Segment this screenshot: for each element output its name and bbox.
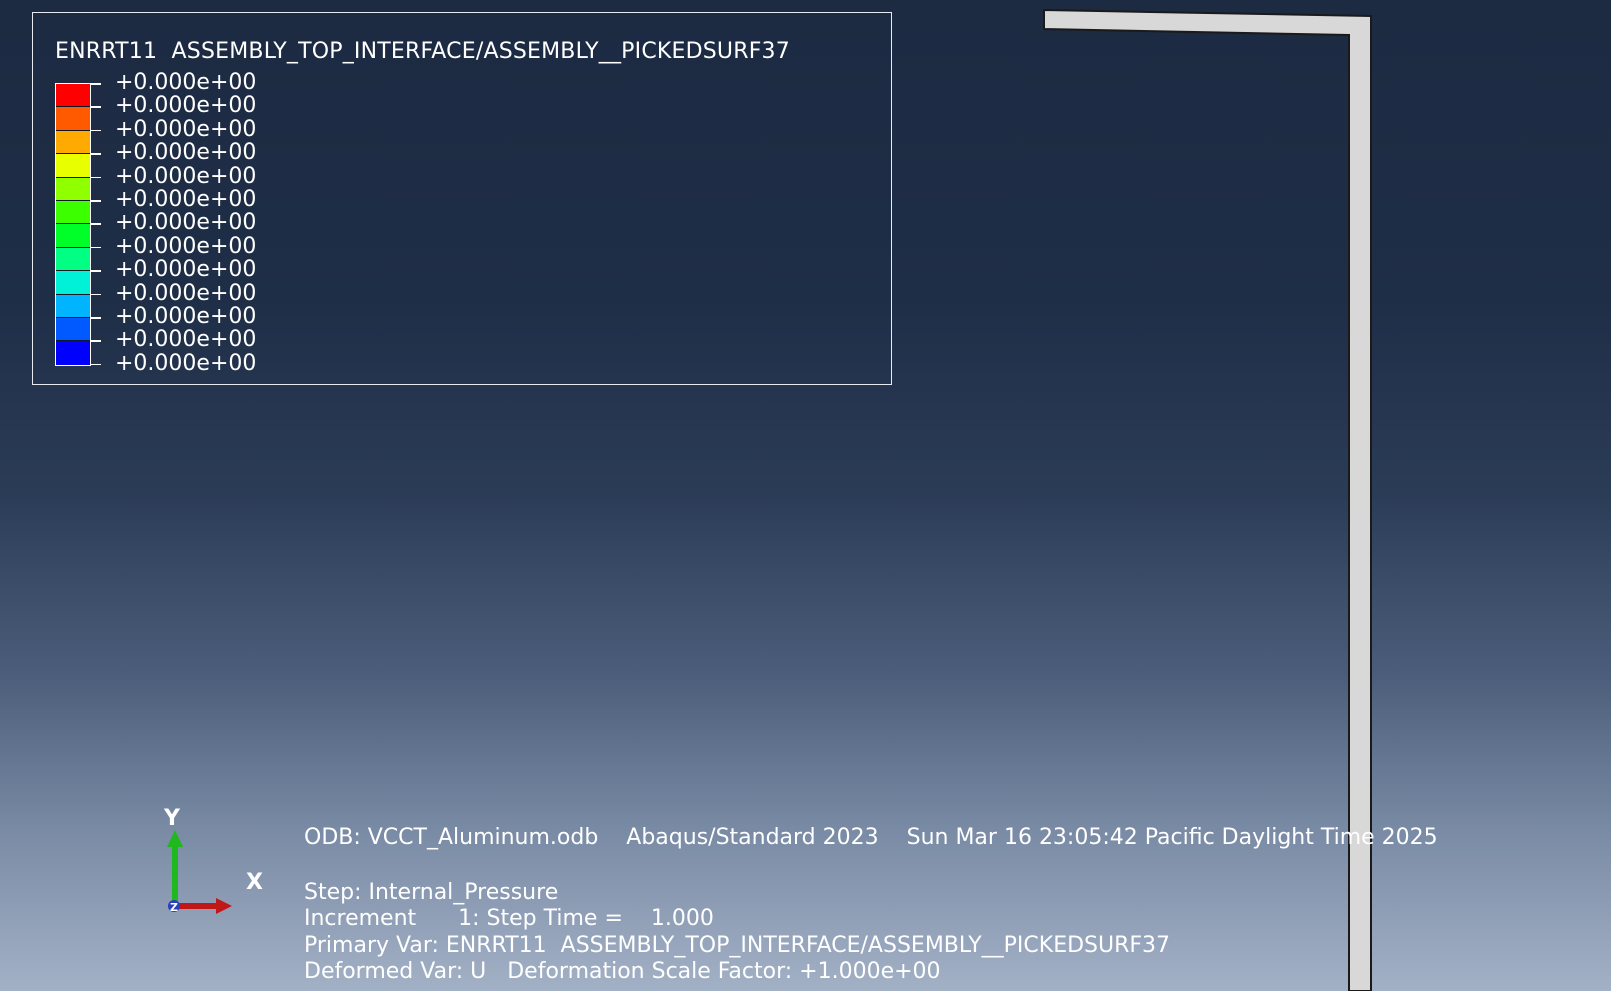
legend-value: +0.000e+00 [115, 280, 257, 306]
triad-arrows: Z [167, 830, 232, 914]
legend-swatch [56, 317, 90, 342]
coordinate-triad: Y X Z [150, 780, 280, 920]
legend-colorbar [55, 83, 91, 366]
legend-swatch [56, 177, 90, 201]
legend-title: ENRRT11 ASSEMBLY_TOP_INTERFACE/ASSEMBLY_… [55, 39, 790, 64]
legend-swatch [56, 154, 90, 178]
legend-tick [91, 153, 101, 155]
legend-value: +0.000e+00 [115, 257, 257, 283]
legend-tick [91, 223, 101, 225]
odb-info-line: ODB: VCCT_Aluminum.odb Abaqus/Standard 2… [304, 825, 1438, 850]
legend-swatch [56, 107, 90, 131]
legend-value: +0.000e+00 [115, 140, 257, 166]
legend-swatch [56, 130, 90, 155]
legend-tick [91, 106, 101, 108]
legend-tick [91, 129, 101, 132]
y-axis-arrowhead [167, 830, 183, 847]
legend-swatch [56, 224, 90, 248]
contour-legend[interactable]: ENRRT11 ASSEMBLY_TOP_INTERFACE/ASSEMBLY_… [32, 12, 892, 385]
legend-value: +0.000e+00 [115, 93, 257, 119]
legend-tick [91, 363, 101, 366]
legend-value: +0.000e+00 [115, 210, 257, 236]
legend-value: +0.000e+00 [115, 187, 257, 212]
legend-swatch [56, 84, 90, 108]
legend-swatch [56, 271, 90, 295]
legend-tick [91, 340, 101, 342]
legend-value: +0.000e+00 [115, 116, 257, 142]
legend-tick [91, 293, 101, 296]
legend-value: +0.000e+00 [115, 327, 257, 353]
legend-tick [91, 176, 101, 179]
legend-swatch [56, 247, 90, 272]
deformed-var-line: Deformed Var: U Deformation Scale Factor… [304, 959, 941, 984]
legend-tick [91, 200, 101, 202]
increment-line: Increment 1: Step Time = 1.000 [304, 906, 714, 931]
legend-value: +0.000e+00 [115, 163, 257, 189]
step-line: Step: Internal_Pressure [304, 880, 559, 905]
legend-swatch [56, 341, 90, 365]
legend-value: +0.000e+00 [115, 304, 257, 329]
legend-swatch [56, 294, 90, 318]
legend-value: +0.000e+00 [115, 350, 257, 376]
x-axis-arrowhead [216, 898, 232, 914]
z-axis-label: Z [170, 901, 178, 914]
legend-value: +0.000e+00 [115, 233, 257, 259]
legend-tick [91, 246, 101, 249]
legend-swatch [56, 200, 90, 225]
legend-tick [91, 83, 101, 85]
abaqus-viewport[interactable]: { "legend": { "title": "ENRRT11 ASSEMBLY… [0, 0, 1611, 991]
legend-value: +0.000e+00 [115, 70, 257, 95]
legend-tick [91, 317, 101, 319]
legend-tick [91, 270, 101, 272]
primary-var-line: Primary Var: ENRRT11 ASSEMBLY_TOP_INTERF… [304, 933, 1171, 958]
